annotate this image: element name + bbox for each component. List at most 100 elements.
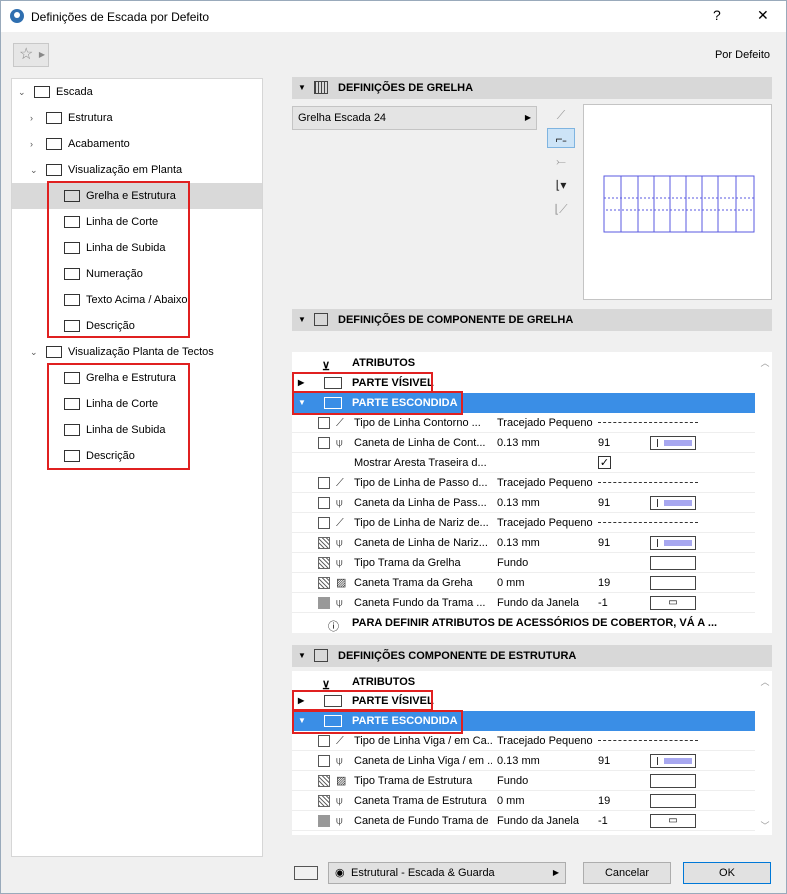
finish-icon — [46, 138, 62, 150]
favorites-button[interactable]: ☆ ▶ — [13, 43, 49, 67]
tree-item[interactable]: › Acabamento — [12, 131, 262, 157]
monitor-icon[interactable]: ▭ — [650, 596, 696, 610]
pen-number[interactable]: 19 — [598, 573, 610, 593]
fill-swatch[interactable] — [650, 774, 696, 788]
line-type-preview — [598, 740, 698, 741]
layer-dropdown[interactable]: ◉ Estrutural - Escada & Guarda ▶ — [328, 862, 566, 884]
stair-icon — [34, 86, 50, 98]
override-checkbox[interactable] — [318, 477, 330, 489]
scroll-up-button[interactable]: ︿ — [758, 356, 772, 369]
structure-component-section-header[interactable]: ▼ DEFINIÇÕES COMPONENTE DE ESTRUTURA — [292, 645, 772, 667]
highlight-box — [292, 690, 433, 711]
attribute-row[interactable]: ⍦ Caneta Fundo da Trama ... Fundo da Janel… — [292, 593, 755, 613]
scroll-down-button[interactable]: ﹀ — [758, 819, 772, 832]
attribute-value[interactable]: Tracejado Pequeno — [497, 413, 593, 433]
attribute-value[interactable]: 0.13 mm — [497, 493, 540, 513]
attribute-name: Tipo de Linha Contorno ... — [354, 417, 481, 429]
chevron-right-icon[interactable]: › — [30, 105, 40, 131]
grid-component-section-header[interactable]: ▼ DEFINIÇÕES DE COMPONENTE DE GRELHA — [292, 309, 772, 331]
pen-number[interactable]: 19 — [598, 791, 610, 811]
fill-swatch[interactable] — [650, 556, 696, 570]
override-checkbox[interactable] — [318, 417, 330, 429]
attribute-row[interactable]: ⍦ Caneta Trama de Estrutura 0 mm 19 — [292, 791, 755, 811]
fill-swatch[interactable] — [650, 794, 696, 808]
tree-item[interactable]: ⌄ Escada — [12, 79, 262, 105]
pen-color-swatch[interactable] — [650, 496, 696, 510]
line-type-preview — [598, 422, 698, 423]
attribute-row[interactable]: ⍦ Caneta de Linha Viga / em ... 0.13 mm 91 — [292, 751, 755, 771]
grid-type-dropdown[interactable]: Grelha Escada 24 ▶ — [292, 106, 537, 130]
attribute-row[interactable]: ⍦ Caneta de Linha de Nariz... 0.13 mm 91 — [292, 533, 755, 553]
attribute-row[interactable]: ⟋ Tipo de Linha de Passo d... Tracejado Pe… — [292, 473, 755, 493]
override-checkbox[interactable] — [318, 755, 330, 767]
attribute-value[interactable]: 0.13 mm — [497, 533, 540, 553]
override-checkbox[interactable] — [318, 517, 330, 529]
attribute-value[interactable]: 0 mm — [497, 791, 525, 811]
grid-mode-2-button[interactable]: ⌐˗ — [547, 128, 575, 148]
attributes-icon: ⊻ — [322, 680, 331, 692]
attribute-value[interactable]: Tracejado Pequeno — [497, 513, 593, 533]
attribute-value[interactable]: 0.13 mm — [497, 751, 540, 771]
grid-section-header[interactable]: ▼ DEFINIÇÕES DE GRELHA — [292, 77, 772, 99]
attribute-row[interactable]: ⍦ Caneta de Linha de Cont... 0.13 mm 91 — [292, 433, 755, 453]
attribute-row[interactable]: ⍦ Caneta da Linha de Pass... 0.13 mm 91 — [292, 493, 755, 513]
override-checkbox[interactable] — [318, 795, 330, 807]
show-back-edge-checkbox[interactable]: ✓ — [598, 456, 611, 469]
attribute-row[interactable]: ⟋ Tipo de Linha Contorno ... Tracejado Peq… — [292, 413, 755, 433]
pen-color-swatch[interactable] — [650, 754, 696, 768]
attribute-value[interactable]: 0.13 mm — [497, 433, 540, 453]
attribute-value[interactable]: Fundo da Janela — [497, 811, 579, 831]
attribute-value[interactable]: Fundo — [497, 771, 528, 791]
pen-number[interactable]: -1 — [598, 811, 608, 831]
attribute-value[interactable]: Tracejado Pequeno — [497, 731, 593, 751]
pen-color-swatch[interactable] — [650, 436, 696, 450]
fill-swatch[interactable] — [650, 576, 696, 590]
grid-mode-5-button[interactable]: ⌊⟋ — [547, 199, 575, 219]
attribute-row[interactable]: ▨ Caneta Trama da Greha 0 mm 19 — [292, 573, 755, 593]
attribute-value[interactable]: Fundo — [497, 553, 528, 573]
tree-item[interactable]: › Estrutura — [12, 105, 262, 131]
grid-mode-3-button[interactable]: ⤚ — [547, 151, 575, 171]
attribute-value[interactable]: Tracejado Pequeno — [497, 473, 593, 493]
monitor-icon[interactable]: ▭ — [650, 814, 696, 828]
attribute-row[interactable]: ⟋ Tipo de Linha Viga / em Ca... Tracejado … — [292, 731, 755, 751]
attribute-row[interactable]: ⟋ Tipo de Linha de Nariz de... Tracejado P… — [292, 513, 755, 533]
override-checkbox[interactable] — [318, 597, 330, 609]
override-checkbox[interactable] — [318, 497, 330, 509]
chevron-down-icon[interactable]: ⌄ — [30, 157, 40, 183]
pen-number[interactable]: 91 — [598, 493, 610, 513]
override-checkbox[interactable] — [318, 815, 330, 827]
grid-mode-4-button[interactable]: ⌊▾ — [547, 175, 575, 195]
pen-color-swatch[interactable] — [650, 536, 696, 550]
tree-item-label: Escada — [56, 86, 93, 98]
chevron-right-icon[interactable]: › — [30, 131, 40, 157]
help-button[interactable]: ? — [713, 7, 721, 23]
override-checkbox[interactable] — [318, 557, 330, 569]
ok-button[interactable]: OK — [683, 862, 771, 884]
chevron-down-icon[interactable]: ⌄ — [18, 79, 28, 105]
override-checkbox[interactable] — [318, 775, 330, 787]
override-checkbox[interactable] — [318, 537, 330, 549]
override-checkbox[interactable] — [318, 437, 330, 449]
attribute-row[interactable]: ⍦ Tipo Trama da Grelha Fundo — [292, 553, 755, 573]
attribute-value[interactable]: 0 mm — [497, 573, 525, 593]
override-checkbox[interactable] — [318, 577, 330, 589]
chevron-down-icon[interactable]: ⌄ — [30, 339, 40, 365]
pen-number[interactable]: 91 — [598, 433, 610, 453]
pen-number[interactable]: 91 — [598, 751, 610, 771]
close-button[interactable]: ✕ — [757, 7, 769, 24]
tree-item-label: Visualização Planta de Tectos — [68, 346, 214, 358]
scroll-up-button[interactable]: ︿ — [758, 675, 772, 688]
attribute-row[interactable]: ▨ Tipo Trama de Estrutura Fundo — [292, 771, 755, 791]
tree-item[interactable]: ⌄ Visualização em Planta — [12, 157, 262, 183]
pen-number[interactable]: 91 — [598, 533, 610, 553]
pen-number[interactable]: -1 — [598, 593, 608, 613]
cancel-button[interactable]: Cancelar — [583, 862, 671, 884]
tree-item[interactable]: ⌄ Visualização Planta de Tectos — [12, 339, 262, 365]
grid-mode-1-button[interactable]: ⟋ — [547, 105, 575, 125]
attribute-name: Tipo de Linha de Nariz de... — [354, 517, 489, 529]
override-checkbox[interactable] — [318, 735, 330, 747]
attribute-row[interactable]: Mostrar Aresta Traseira d... ✓ — [292, 453, 755, 473]
attribute-row[interactable]: ⍦ Caneta de Fundo Trama de ... Fundo da Ja… — [292, 811, 755, 831]
attribute-value[interactable]: Fundo da Janela — [497, 593, 579, 613]
